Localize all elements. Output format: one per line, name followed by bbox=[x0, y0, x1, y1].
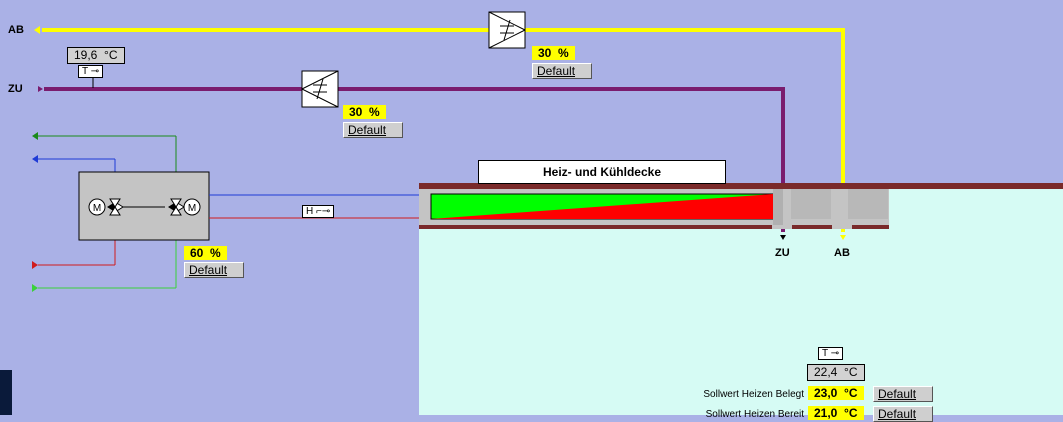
ceiling-title: Heiz- und Kühldecke bbox=[478, 160, 726, 184]
svg-text:M: M bbox=[188, 203, 196, 214]
red-arrow-icon bbox=[32, 261, 38, 269]
zu-bottom-label: ZU bbox=[775, 247, 790, 259]
setpoint-belegt-mode-button[interactable]: Default bbox=[873, 386, 933, 402]
room-temp-display: 22,4 °C bbox=[807, 364, 865, 381]
damper-ab-icon bbox=[488, 11, 526, 49]
heating-switch-button[interactable]: H ⌐⊸ bbox=[302, 205, 335, 218]
valve-value: 60 % bbox=[184, 246, 227, 260]
zu-arrow-icon bbox=[38, 86, 43, 92]
green-arrow-icon bbox=[32, 284, 38, 292]
setpoint-bereit-mode-button[interactable]: Default bbox=[873, 406, 933, 422]
ab-down-icon bbox=[840, 235, 846, 240]
outdoor-temp-display: 19,6 °C bbox=[67, 47, 125, 64]
return-arrow-icon bbox=[32, 132, 38, 140]
damper-zu-icon bbox=[301, 70, 339, 108]
ab-arrow-icon bbox=[34, 26, 40, 34]
setpoint-belegt-value[interactable]: 23,0 °C bbox=[808, 386, 864, 400]
svg-text:M: M bbox=[93, 203, 101, 214]
setpoint-bereit-value[interactable]: 21,0 °C bbox=[808, 406, 864, 420]
ab-label: AB bbox=[8, 24, 24, 36]
ceiling-bottom-bar bbox=[419, 225, 889, 229]
damper-zu-mode-button[interactable]: Default bbox=[343, 122, 403, 138]
setpoint-belegt-label: Sollwert Heizen Belegt bbox=[703, 389, 804, 400]
zu-down-icon bbox=[780, 235, 786, 240]
ab-bottom-label: AB bbox=[834, 247, 850, 259]
room-sensor-button[interactable]: T ⊸ bbox=[818, 347, 844, 360]
damper-ab-mode-button[interactable]: Default bbox=[532, 63, 592, 79]
blue-arrow-icon bbox=[32, 155, 38, 163]
damper-ab-value: 30 % bbox=[532, 46, 575, 60]
damper-zu-value: 30 % bbox=[343, 105, 386, 119]
outdoor-sensor-button[interactable]: T ⊸ bbox=[78, 65, 104, 78]
zu-label: ZU bbox=[8, 83, 23, 95]
valve-mode-button[interactable]: Default bbox=[184, 262, 244, 278]
